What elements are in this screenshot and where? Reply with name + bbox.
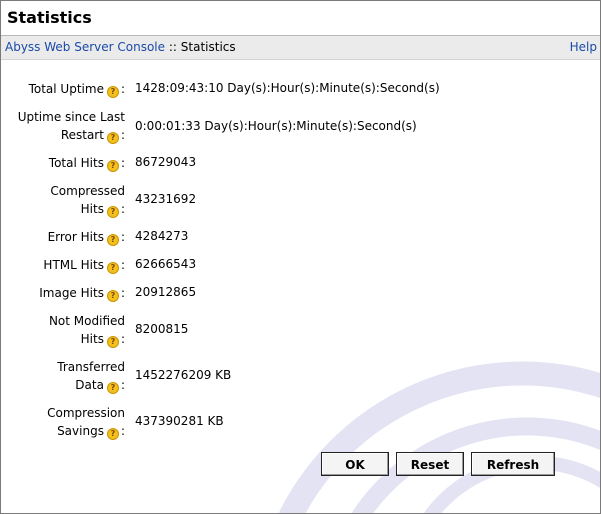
ok-button[interactable]: OK (321, 452, 389, 476)
breadcrumb-separator: :: (168, 40, 177, 54)
stat-label: Compressed Hits?: (50, 184, 125, 218)
stat-label: Total Hits?: (48, 156, 125, 172)
page-title: Statistics (7, 8, 92, 27)
help-icon[interactable]: ? (106, 132, 119, 144)
breadcrumb-console-link[interactable]: Abyss Web Server Console (5, 40, 165, 54)
stat-value: 62666543 (135, 257, 197, 271)
stat-label: HTML Hits?: (43, 258, 125, 274)
stat-value: 43231692 (135, 192, 197, 206)
stat-label: Compression Savings?: (47, 406, 125, 440)
statistics-window: Statistics Abyss Web Server Console :: S… (0, 0, 601, 514)
help-icon[interactable]: ? (106, 160, 119, 172)
title-bar: Statistics (1, 1, 600, 36)
stat-value: 8200815 (135, 322, 189, 336)
breadcrumb: Abyss Web Server Console :: Statistics (5, 40, 236, 54)
stat-value: 0:00:01:33 Day(s):Hour(s):Minute(s):Seco… (135, 119, 417, 133)
stat-value: 86729043 (135, 155, 197, 169)
stat-label: Total Uptime?: (28, 82, 125, 98)
help-icon[interactable]: ? (106, 262, 119, 274)
help-icon[interactable]: ? (106, 206, 119, 218)
stat-label: Uptime since Last Restart?: (17, 110, 125, 144)
stat-value: 1452276209 KB (135, 368, 232, 382)
help-area: Help (570, 40, 597, 54)
stat-value: 1428:09:43:10 Day(s):Hour(s):Minute(s):S… (135, 81, 440, 95)
refresh-button[interactable]: Refresh (471, 452, 555, 476)
stat-label: Not Modified Hits?: (48, 314, 125, 348)
stat-value: 20912865 (135, 285, 197, 299)
stat-label: Error Hits?: (47, 230, 125, 246)
help-icon[interactable]: ? (106, 382, 119, 394)
stat-label: Image Hits?: (39, 286, 125, 302)
reset-button[interactable]: Reset (396, 452, 464, 476)
stat-value: 4284273 (135, 229, 189, 243)
stat-label: Transferred Data?: (57, 360, 125, 394)
help-link[interactable]: Help (570, 40, 597, 54)
help-icon[interactable]: ? (106, 428, 119, 440)
breadcrumb-bar: Abyss Web Server Console :: Statistics H… (1, 36, 600, 60)
help-icon[interactable]: ? (106, 290, 119, 302)
help-icon[interactable]: ? (106, 336, 119, 348)
breadcrumb-current: Statistics (180, 40, 236, 54)
help-icon[interactable]: ? (106, 234, 119, 246)
help-icon[interactable]: ? (106, 86, 119, 98)
stat-value: 437390281 KB (135, 414, 224, 428)
